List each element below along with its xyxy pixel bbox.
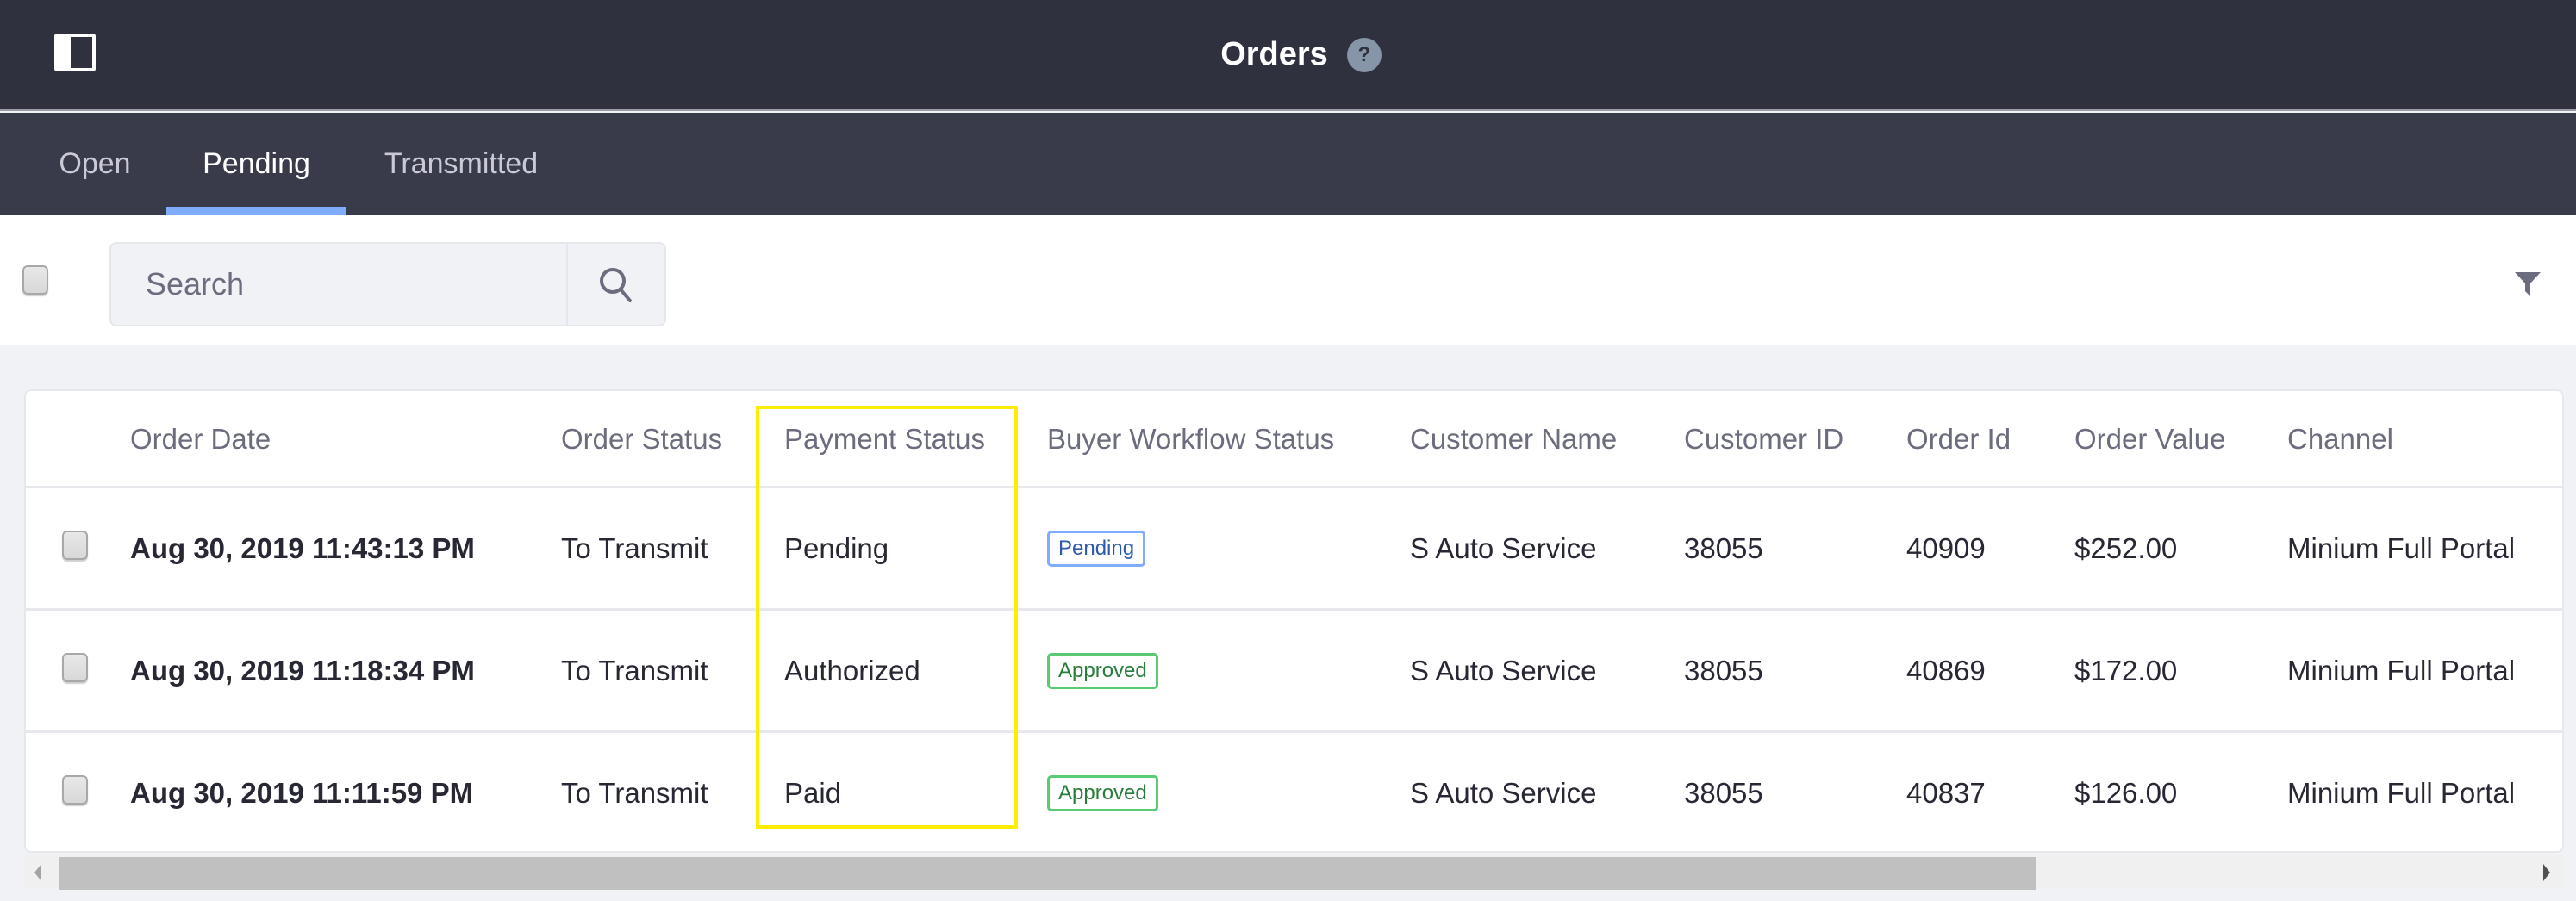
order-value: $252.00: [2074, 532, 2178, 564]
tab-pending[interactable]: Pending: [166, 113, 346, 215]
app-header: Orders ?: [0, 0, 2576, 111]
order-date: Aug 30, 2019 11:43:13 PM: [130, 532, 475, 564]
customer-name: S Auto Service: [1410, 532, 1597, 564]
management-toolbar: [0, 215, 2576, 345]
order-date: Aug 30, 2019 11:18:34 PM: [130, 655, 475, 687]
horizontal-scrollbar[interactable]: [24, 855, 2564, 890]
order-value: $172.00: [2074, 655, 2178, 687]
customer-id: 38055: [1684, 532, 1763, 564]
search-bar: [109, 242, 666, 326]
scroll-right-arrow-icon[interactable]: [2543, 864, 2550, 881]
row-checkbox[interactable]: [62, 653, 88, 682]
channel: Minium Full Portal: [2287, 532, 2516, 564]
scrollbar-thumb[interactable]: [59, 857, 2036, 890]
order-status: To Transmit: [561, 532, 708, 564]
customer-id: 38055: [1684, 655, 1763, 687]
customer-name: S Auto Service: [1410, 777, 1597, 809]
orders-table: Order Date Order Status Payment Status B…: [24, 389, 2564, 853]
order-id: 40837: [1906, 777, 1986, 809]
column-header-order-id[interactable]: Order Id: [1906, 391, 2011, 488]
order-date: Aug 30, 2019 11:11:59 PM: [130, 777, 474, 809]
column-header-customer-id[interactable]: Customer ID: [1684, 391, 1843, 488]
status-badge-approved: Approved: [1047, 653, 1158, 689]
payment-status: Authorized: [784, 655, 920, 687]
help-icon[interactable]: ?: [1346, 37, 1382, 72]
channel: Minium Full Portal: [2287, 777, 2516, 809]
column-header-order-value[interactable]: Order Value: [2074, 391, 2225, 488]
status-badge-approved: Approved: [1047, 775, 1158, 811]
column-header-order-date[interactable]: Order Date: [130, 391, 271, 488]
column-header-payment-status[interactable]: Payment Status: [784, 391, 985, 488]
customer-name: S Auto Service: [1410, 655, 1597, 687]
channel: Minium Full Portal: [2287, 655, 2516, 687]
column-header-order-status[interactable]: Order Status: [561, 391, 722, 488]
workflow-status-cell: Approved: [1047, 733, 1158, 851]
customer-id: 38055: [1684, 777, 1763, 809]
order-status: To Transmit: [561, 777, 708, 809]
workflow-status-cell: Approved: [1047, 611, 1158, 731]
order-value: $126.00: [2074, 777, 2178, 809]
filter-icon[interactable]: [2513, 269, 2542, 298]
column-header-channel[interactable]: Channel: [2287, 391, 2393, 488]
column-header-buyer-workflow-status[interactable]: Buyer Workflow Status: [1047, 391, 1334, 488]
workflow-status-cell: Pending: [1047, 488, 1146, 609]
tab-transmitted[interactable]: Transmitted: [371, 113, 552, 215]
column-header-customer-name[interactable]: Customer Name: [1410, 391, 1617, 488]
payment-status: Pending: [784, 532, 889, 564]
status-badge-pending: Pending: [1047, 531, 1146, 567]
search-button[interactable]: [566, 244, 664, 325]
select-all-checkbox[interactable]: [22, 265, 48, 295]
page-title: Orders: [1220, 36, 1328, 72]
search-icon: [600, 268, 632, 302]
search-input[interactable]: [111, 244, 566, 325]
scroll-left-arrow-icon[interactable]: [34, 864, 41, 881]
order-status: To Transmit: [561, 655, 708, 687]
row-checkbox[interactable]: [62, 531, 88, 560]
tab-open[interactable]: Open: [34, 113, 155, 215]
payment-status: Paid: [784, 777, 842, 809]
tab-bar: Open Pending Transmitted: [0, 113, 2576, 215]
title-wrap: Orders ?: [0, 0, 2576, 109]
order-id: 40909: [1906, 532, 1986, 564]
order-id: 40869: [1906, 655, 1986, 687]
row-checkbox[interactable]: [62, 775, 88, 805]
